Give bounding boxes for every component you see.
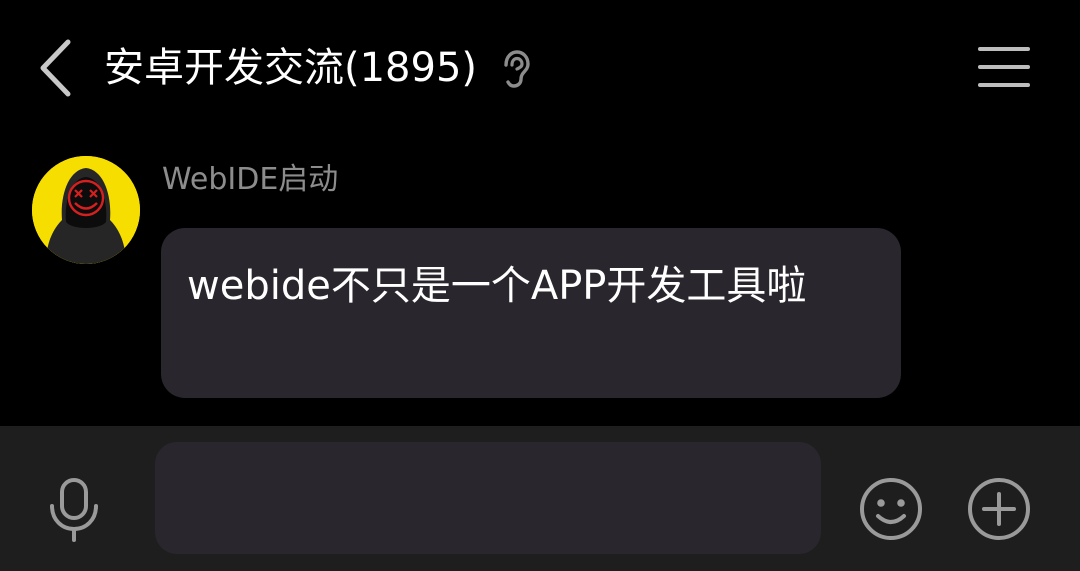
chat-title[interactable]: 安卓开发交流(1895) bbox=[104, 40, 477, 96]
message-bubble[interactable]: webide不只是一个APP开发工具啦 bbox=[161, 228, 901, 398]
microphone-icon bbox=[50, 478, 98, 542]
chevron-left-icon bbox=[40, 39, 71, 97]
message-input[interactable] bbox=[155, 442, 821, 554]
hamburger-menu-icon bbox=[978, 47, 1030, 87]
smiley-icon bbox=[860, 478, 922, 540]
menu-button[interactable] bbox=[974, 44, 1034, 90]
chat-screen: 安卓开发交流(1895) WebIDE启动 webide不只是一个APP开发工具… bbox=[0, 0, 1080, 571]
plus-circle-icon bbox=[968, 478, 1030, 540]
chat-header: 安卓开发交流(1895) bbox=[0, 0, 1080, 140]
emoji-button[interactable] bbox=[858, 476, 924, 542]
message-text: webide不只是一个APP开发工具啦 bbox=[187, 263, 807, 309]
ear-icon[interactable] bbox=[500, 49, 532, 89]
more-button[interactable] bbox=[966, 476, 1032, 542]
voice-button[interactable] bbox=[44, 474, 104, 544]
sender-name: WebIDE启动 bbox=[162, 162, 339, 197]
sender-avatar[interactable] bbox=[32, 156, 140, 264]
input-bar bbox=[0, 426, 1080, 571]
hooded-figure-avatar-icon bbox=[32, 156, 140, 264]
back-button[interactable] bbox=[30, 32, 86, 104]
